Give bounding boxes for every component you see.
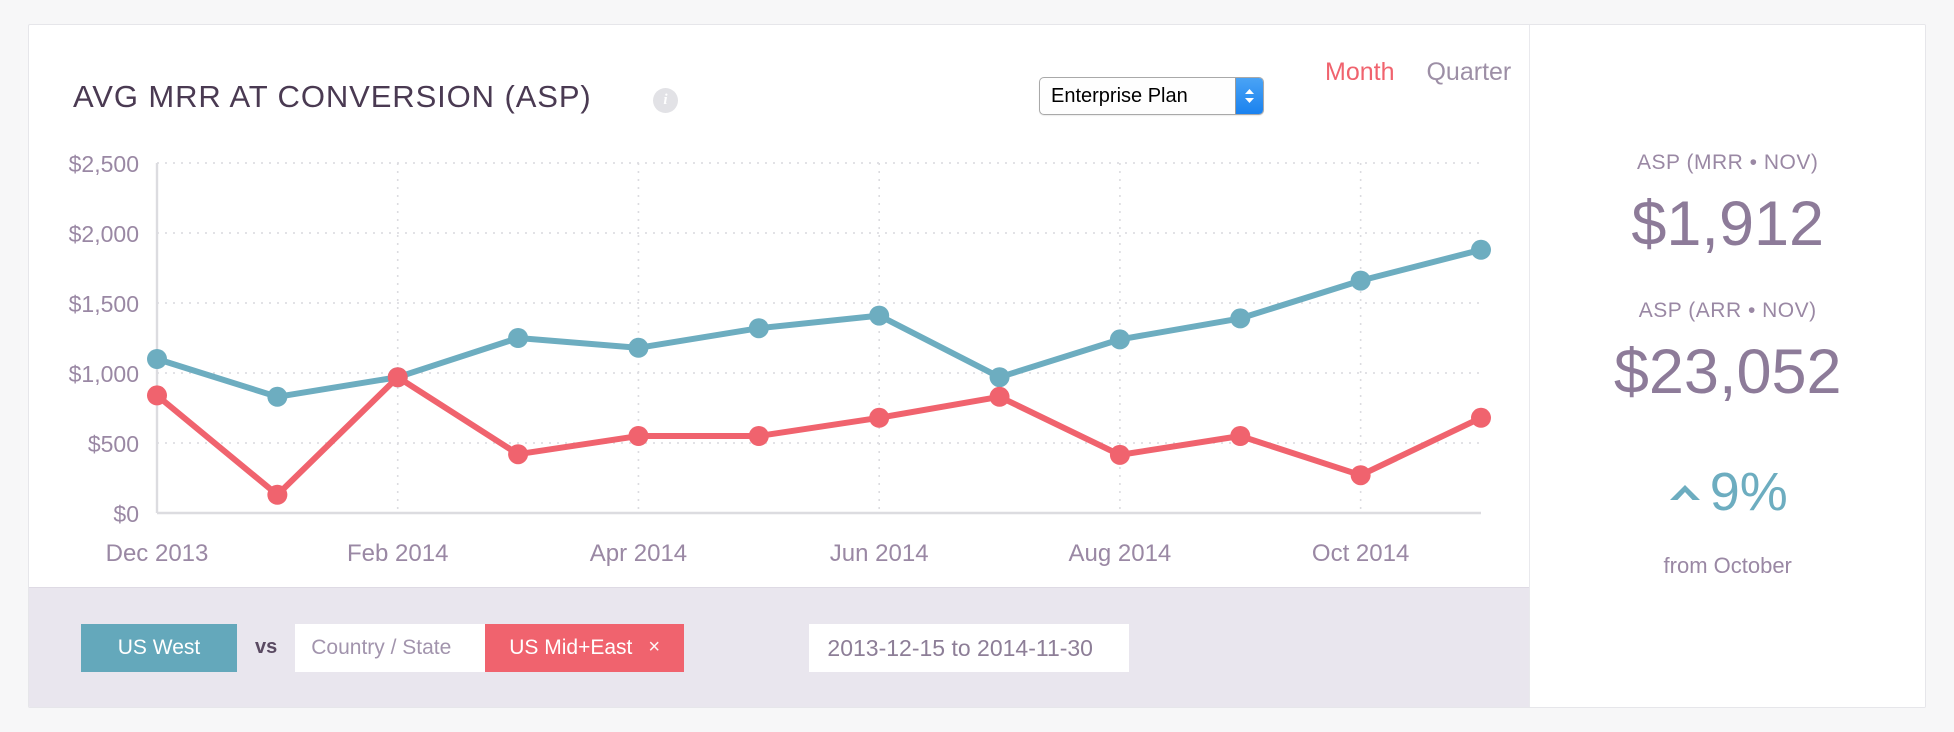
data-point[interactable] [508, 444, 529, 465]
chart-area: $0 $500 $1,000 $1,500 $2,000 $2,500 Dec 2013 Fe… [29, 135, 1529, 587]
segment-chip-label: US Mid+East [509, 635, 633, 659]
y-axis-tick-label: $1,000 [69, 361, 139, 387]
data-point[interactable] [1109, 444, 1130, 465]
stat-label-arr: ASP (ARR • NOV) [1638, 299, 1817, 323]
data-point[interactable] [628, 426, 649, 446]
vs-label: vs [255, 636, 278, 658]
data-point[interactable] [1350, 465, 1371, 486]
data-point[interactable] [147, 349, 167, 369]
line-chart[interactable]: $0 $500 $1,000 $1,500 $2,000 $2,500 Dec 2013 Fe… [29, 135, 1531, 595]
data-point[interactable] [267, 484, 288, 505]
y-axis-tick-label: $1,500 [69, 291, 139, 317]
app-screen: AVG MRR AT CONVERSION (ASP) i Enterprise… [0, 0, 1954, 732]
data-point[interactable] [869, 305, 890, 326]
x-axis-tick-label: Feb 2014 [347, 540, 448, 567]
stat-label-mrr: ASP (MRR • NOV) [1637, 151, 1819, 174]
delta-value: 9% [1709, 462, 1788, 523]
data-point[interactable] [989, 386, 1010, 407]
segment-chip-label: US West [117, 635, 201, 659]
data-point[interactable] [628, 337, 649, 358]
delta-subtitle: from October [1663, 553, 1792, 579]
data-point[interactable] [1471, 407, 1491, 428]
data-point[interactable] [508, 328, 529, 348]
up-caret-icon [1668, 480, 1702, 504]
x-axis-tick-label: Dec 2013 [106, 540, 209, 567]
data-point[interactable] [387, 367, 408, 388]
page-title: AVG MRR AT CONVERSION (ASP) [73, 79, 592, 114]
y-axis-tick-label: $0 [113, 501, 139, 527]
data-point[interactable] [748, 318, 769, 339]
y-axis-tick-label: $500 [88, 431, 139, 457]
chart-canvas: $0 $500 $1,000 $1,500 $2,000 $2,500 Dec 2013 Fe… [69, 151, 1491, 567]
period-tabs: Month Quarter [1309, 25, 1527, 120]
data-point[interactable] [1230, 308, 1251, 329]
y-axis-tick-label: $2,000 [69, 221, 139, 247]
tab-quarter[interactable]: Quarter [1410, 58, 1527, 87]
tab-month[interactable]: Month [1309, 58, 1410, 87]
date-range-value: 2013-12-15 to 2014-11-30 [827, 634, 1093, 661]
filter-bar: US West vs Country / State US Mid+East ×… [29, 587, 1530, 707]
data-point[interactable] [1350, 270, 1371, 291]
segment-chip-us-mid-east[interactable]: US Mid+East × [485, 623, 685, 672]
chart-pane: AVG MRR AT CONVERSION (ASP) i Enterprise… [29, 25, 1530, 707]
stepper-icon[interactable] [1235, 78, 1263, 114]
stat-value-arr: $23,052 [1613, 337, 1842, 408]
asp-chart-card: AVG MRR AT CONVERSION (ASP) i Enterprise… [28, 24, 1926, 708]
x-axis-tick-label: Aug 2014 [1069, 540, 1172, 567]
chart-header: AVG MRR AT CONVERSION (ASP) i Enterprise… [29, 25, 1529, 135]
data-point[interactable] [1230, 426, 1251, 446]
close-icon[interactable]: × [648, 636, 660, 659]
plan-select[interactable]: Enterprise Plan [1039, 77, 1264, 115]
series-line [154, 246, 1484, 400]
data-point[interactable] [989, 367, 1010, 388]
country-state-input[interactable]: Country / State [295, 623, 486, 672]
x-axis-tick-label: Apr 2014 [590, 540, 687, 567]
data-point[interactable] [1109, 329, 1130, 350]
x-axis-tick-label: Jun 2014 [830, 540, 929, 567]
x-axis-tick-label: Oct 2014 [1312, 540, 1409, 567]
data-point[interactable] [147, 385, 167, 406]
series-line [154, 374, 1484, 498]
date-range-input[interactable]: 2013-12-15 to 2014-11-30 [809, 624, 1130, 672]
info-icon[interactable]: i [653, 88, 678, 113]
segment-chip-us-west[interactable]: US West [81, 623, 237, 672]
y-axis-tick-label: $2,500 [69, 151, 139, 177]
stats-pane: ASP (MRR • NOV) $1,912 ASP (ARR • NOV) $… [1529, 25, 1925, 707]
data-point[interactable] [1471, 239, 1491, 260]
data-point[interactable] [748, 426, 769, 446]
data-point[interactable] [267, 386, 288, 407]
stat-value-mrr: $1,912 [1631, 189, 1825, 259]
plan-select-value: Enterprise Plan [1051, 84, 1188, 107]
data-point[interactable] [869, 407, 890, 428]
delta-row: 9% [1668, 465, 1788, 519]
country-state-placeholder: Country / State [311, 635, 452, 659]
